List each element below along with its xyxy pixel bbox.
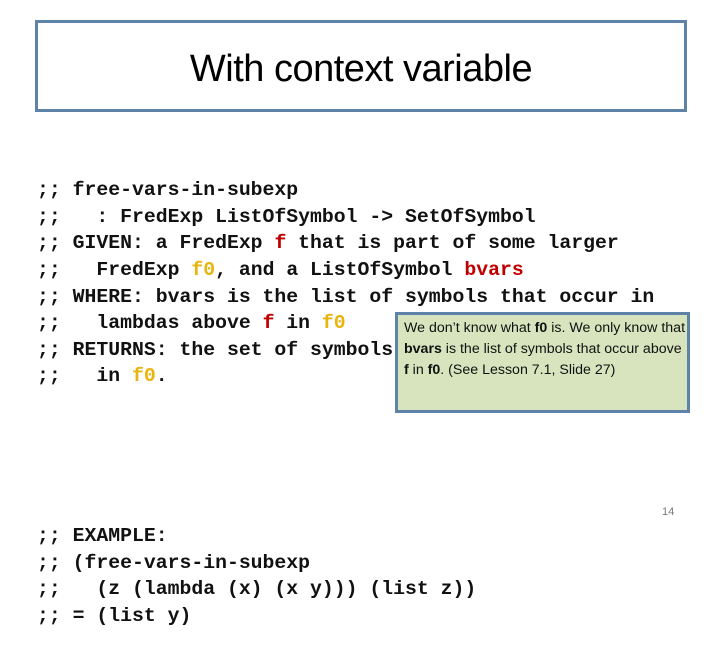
callout-emphasis: f0 — [427, 362, 441, 378]
code-text: (free-vars-in-subexp — [72, 551, 311, 574]
example-line: ;; (z (lambda (x) (x y))) (list z)) — [37, 576, 654, 603]
code-text: EXAMPLE: — [72, 524, 168, 547]
code-text: : FredExp ListOfSymbol -> SetOfSymbol — [72, 205, 536, 228]
code-text: in — [274, 312, 322, 335]
contract-line: ;; GIVEN: a FredExp f that is part of so… — [37, 230, 654, 257]
code-text: that is part of some larger — [286, 232, 619, 255]
title-box: With context variable — [35, 20, 687, 112]
comment-prefix: ;; — [37, 551, 73, 574]
code-text: GIVEN: a FredExp — [72, 232, 275, 255]
comment-prefix: ;; — [37, 312, 73, 335]
page-number: 14 — [662, 506, 675, 518]
code-text: lambdas above — [72, 312, 263, 335]
highlighted-identifier: f — [274, 232, 287, 255]
code-text: in — [72, 365, 132, 388]
code-text: FredExp — [72, 258, 192, 281]
example-line: ;; EXAMPLE: — [37, 523, 654, 550]
code-text: . — [155, 365, 168, 388]
comment-prefix: ;; — [37, 604, 73, 627]
highlighted-identifier: f0 — [321, 312, 346, 335]
code-text: free-vars-in-subexp — [72, 179, 299, 202]
contract-line: ;; : FredExp ListOfSymbol -> SetOfSymbol — [37, 204, 654, 231]
example-line: ;; (free-vars-in-subexp — [37, 550, 654, 577]
callout-note: We don’t know what f0 is. We only know t… — [395, 312, 690, 413]
contract-line: ;; FredExp f0, and a ListOfSymbol bvars — [37, 257, 654, 284]
comment-prefix: ;; — [37, 524, 73, 547]
example-line: ;; = (list y) — [37, 603, 654, 630]
comment-prefix: ;; — [37, 232, 73, 255]
code-text: , and a ListOfSymbol — [215, 258, 465, 281]
code-text: = (list y) — [72, 604, 192, 627]
callout-text: in — [408, 362, 428, 378]
comment-prefix: ;; — [37, 338, 73, 361]
code-text: WHERE: bvars is the list of symbols that… — [72, 285, 655, 308]
code-text: (z (lambda (x) (x y))) (list z)) — [72, 578, 477, 601]
comment-prefix: ;; — [37, 285, 73, 308]
callout-emphasis: bvars — [404, 341, 442, 357]
highlighted-identifier: f0 — [131, 365, 156, 388]
comment-prefix: ;; — [37, 258, 73, 281]
highlighted-identifier: f — [262, 312, 275, 335]
comment-prefix: ;; — [37, 578, 73, 601]
callout-text: . (See Lesson 7.1, Slide 27) — [440, 362, 616, 378]
callout-text: We don’t know what — [404, 320, 535, 336]
slide-title: With context variable — [189, 47, 533, 90]
comment-prefix: ;; — [37, 365, 73, 388]
callout-text: is. We only know that — [547, 320, 686, 336]
comment-prefix: ;; — [37, 205, 73, 228]
comment-prefix: ;; — [37, 179, 73, 202]
highlighted-identifier: bvars — [464, 258, 524, 281]
callout-text: is the list of symbols that occur above — [441, 341, 682, 357]
highlighted-identifier: f0 — [191, 258, 216, 281]
contract-line: ;; WHERE: bvars is the list of symbols t… — [37, 284, 654, 311]
callout-emphasis: f0 — [534, 320, 548, 336]
contract-line: ;; free-vars-in-subexp — [37, 177, 654, 204]
example-comment: ;; EXAMPLE:;; (free-vars-in-subexp;; (z … — [37, 523, 654, 629]
